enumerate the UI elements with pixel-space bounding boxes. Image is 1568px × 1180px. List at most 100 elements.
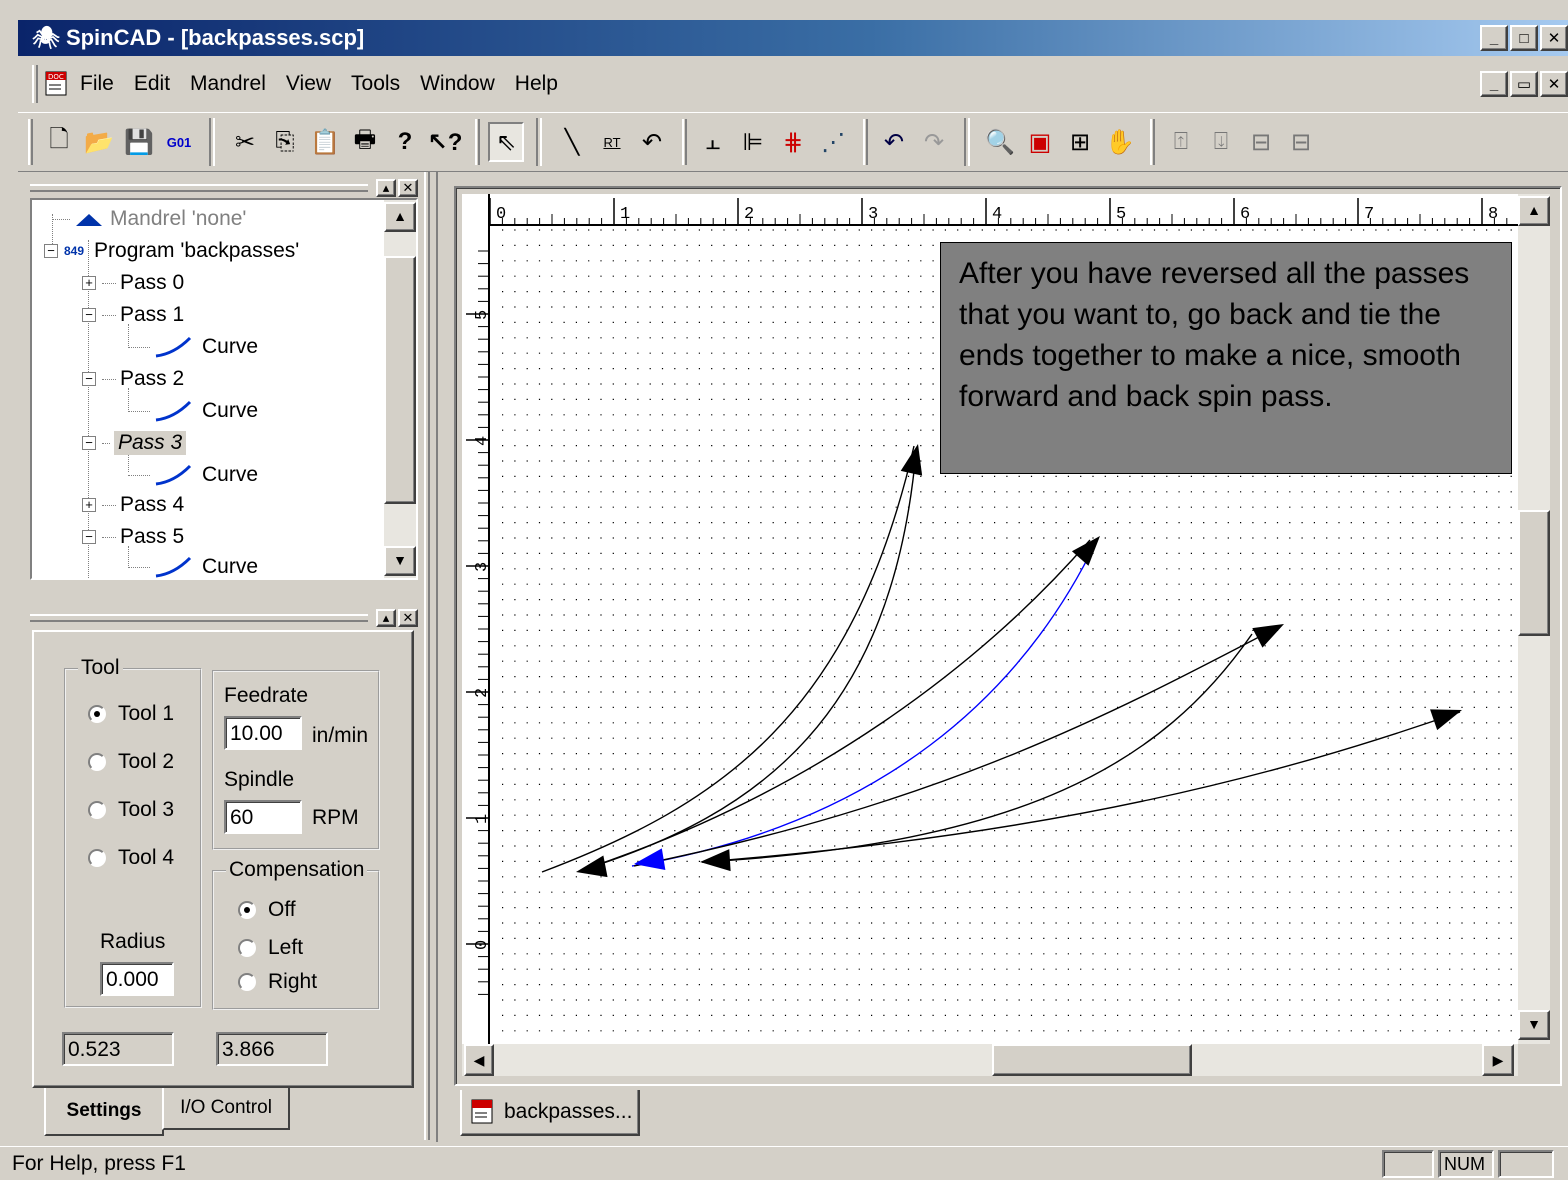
toolbar-grip[interactable]	[682, 119, 687, 165]
zoom-fit-icon[interactable]: ⊞	[1062, 122, 1098, 162]
tree-item-pass-1[interactable]: − Pass 1	[82, 300, 184, 330]
pane-close-button[interactable]: ✕	[398, 179, 418, 197]
align-left-icon[interactable]: ⊫	[735, 122, 771, 162]
fan-icon[interactable]: ⋰	[815, 122, 851, 162]
tab-io-control[interactable]: I/O Control	[162, 1088, 290, 1130]
tree-item-curve[interactable]: Curve	[128, 552, 258, 578]
expand-h-icon[interactable]: ⊟	[1243, 122, 1279, 162]
collapse-h-icon[interactable]: ⊟	[1283, 122, 1319, 162]
scroll-right-icon[interactable]: ▶	[1482, 1044, 1514, 1076]
menu-file[interactable]: File	[80, 72, 114, 96]
toolbar-grip[interactable]	[863, 119, 868, 165]
toolbar-grip[interactable]	[28, 119, 33, 165]
tab-settings[interactable]: Settings	[44, 1088, 164, 1136]
tree-item-curve[interactable]: Curve	[128, 460, 258, 490]
line-icon[interactable]: ╲	[554, 122, 590, 162]
tree-item-mandrel[interactable]: Mandrel 'none'	[52, 204, 246, 234]
menu-help[interactable]: Help	[515, 72, 558, 96]
pane-close-button[interactable]: ✕	[398, 609, 418, 627]
program-tree[interactable]: Mandrel 'none' − 849 Program 'backpasses…	[32, 200, 416, 578]
rt-icon[interactable]: RT	[594, 122, 630, 162]
document-icon[interactable]: DOC	[44, 71, 70, 97]
feedrate-input[interactable]: 10.00	[224, 716, 302, 750]
mdi-minimize-button[interactable]: _	[1480, 71, 1508, 97]
tree-item-curve[interactable]: Curve	[128, 332, 258, 362]
tree-scroll-thumb[interactable]	[384, 256, 416, 504]
new-icon[interactable]: 🗋	[41, 122, 77, 162]
tool-3-radio[interactable]: Tool 3	[88, 798, 174, 822]
tree-scrollbar[interactable]: ▲ ▼	[384, 200, 416, 578]
scroll-up-icon[interactable]: ▲	[384, 202, 416, 232]
radius-input[interactable]: 0.000	[100, 962, 174, 996]
compensation-left-radio[interactable]: Left	[238, 936, 303, 960]
move-down-icon[interactable]: ⍗	[1203, 122, 1239, 162]
collapse-icon[interactable]: −	[82, 436, 96, 450]
context-help-icon[interactable]: ↖?	[427, 122, 463, 162]
tool-2-radio[interactable]: Tool 2	[88, 750, 174, 774]
tool-1-radio[interactable]: Tool 1	[88, 702, 174, 726]
pan-hand-icon[interactable]: ✋	[1102, 122, 1138, 162]
menu-edit[interactable]: Edit	[134, 72, 170, 96]
select-arrow-icon[interactable]: ⇖	[488, 122, 524, 162]
g01-icon[interactable]: G01	[161, 122, 197, 162]
tool-4-radio[interactable]: Tool 4	[88, 846, 174, 870]
mdi-restore-button[interactable]: ▭	[1510, 71, 1538, 97]
spincad-app-icon[interactable]: 🕷	[32, 25, 60, 51]
paste-icon[interactable]: 📋	[307, 122, 343, 162]
compensation-off-radio[interactable]: Off	[238, 898, 296, 922]
pane-restore-button[interactable]: ▴	[376, 179, 396, 197]
canvas-hscroll-thumb[interactable]	[992, 1044, 1192, 1076]
pane-grip[interactable]	[30, 184, 368, 192]
scroll-up-icon[interactable]: ▲	[1518, 196, 1550, 226]
tree-item-pass-0[interactable]: + Pass 0	[82, 268, 184, 298]
collapse-icon[interactable]: −	[82, 372, 96, 386]
tree-item-curve[interactable]: Curve	[128, 396, 258, 426]
compensation-right-radio[interactable]: Right	[238, 970, 317, 994]
zoom-icon[interactable]: 🔍	[982, 122, 1018, 162]
scroll-down-icon[interactable]: ▼	[384, 546, 416, 576]
tree-item-program[interactable]: − 849 Program 'backpasses'	[44, 236, 299, 266]
collapse-icon[interactable]: −	[82, 308, 96, 322]
help-icon[interactable]: ?	[387, 122, 423, 162]
menu-window[interactable]: Window	[420, 72, 495, 96]
redo-icon[interactable]: ↷	[916, 122, 952, 162]
print-icon[interactable]: 🖶	[347, 122, 383, 162]
save-icon[interactable]: 💾	[121, 122, 157, 162]
expand-icon[interactable]: +	[82, 498, 96, 512]
tree-item-pass-2[interactable]: − Pass 2	[82, 364, 184, 394]
menu-grip[interactable]	[32, 65, 38, 103]
menu-view[interactable]: View	[286, 72, 331, 96]
canvas-hscrollbar[interactable]: ◀ ▶	[462, 1044, 1518, 1076]
canvas-vscroll-thumb[interactable]	[1518, 510, 1550, 636]
zoom-window-icon[interactable]: ▣	[1022, 122, 1058, 162]
close-button[interactable]: ✕	[1540, 25, 1568, 51]
undo-icon[interactable]: ↶	[876, 122, 912, 162]
align-bottom-icon[interactable]: ⫠	[695, 122, 731, 162]
spindle-input[interactable]: 60	[224, 800, 302, 834]
expand-icon[interactable]: +	[82, 276, 96, 290]
menu-mandrel[interactable]: Mandrel	[190, 72, 266, 96]
pane-grip[interactable]	[30, 614, 368, 622]
cut-icon[interactable]: ✂	[227, 122, 263, 162]
maximize-button[interactable]: □	[1510, 25, 1538, 51]
canvas-vscrollbar[interactable]: ▲ ▼	[1518, 194, 1550, 1044]
pane-restore-button[interactable]: ▴	[376, 609, 396, 627]
align-center-icon[interactable]: ⋕	[775, 122, 811, 162]
mdi-close-button[interactable]: ✕	[1540, 71, 1568, 97]
toolbar-grip[interactable]	[1150, 119, 1155, 165]
collapse-icon[interactable]: −	[44, 244, 58, 258]
curve-icon[interactable]: ↶	[634, 122, 670, 162]
menu-tools[interactable]: Tools	[351, 72, 400, 96]
collapse-icon[interactable]: −	[82, 530, 96, 544]
scroll-left-icon[interactable]: ◀	[464, 1044, 494, 1076]
minimize-button[interactable]: _	[1480, 25, 1508, 51]
tree-item-pass-3[interactable]: − Pass 3	[82, 428, 187, 458]
copy-icon[interactable]: ⎘	[267, 122, 303, 162]
tree-item-pass-5[interactable]: − Pass 5	[82, 522, 184, 552]
document-tab[interactable]: backpasses...	[460, 1090, 640, 1136]
move-up-icon[interactable]: ⍐	[1163, 122, 1199, 162]
pane-splitter[interactable]	[424, 172, 430, 1140]
tree-item-pass-4[interactable]: + Pass 4	[82, 490, 184, 520]
open-icon[interactable]: 📂	[81, 122, 117, 162]
scroll-down-icon[interactable]: ▼	[1518, 1010, 1550, 1040]
